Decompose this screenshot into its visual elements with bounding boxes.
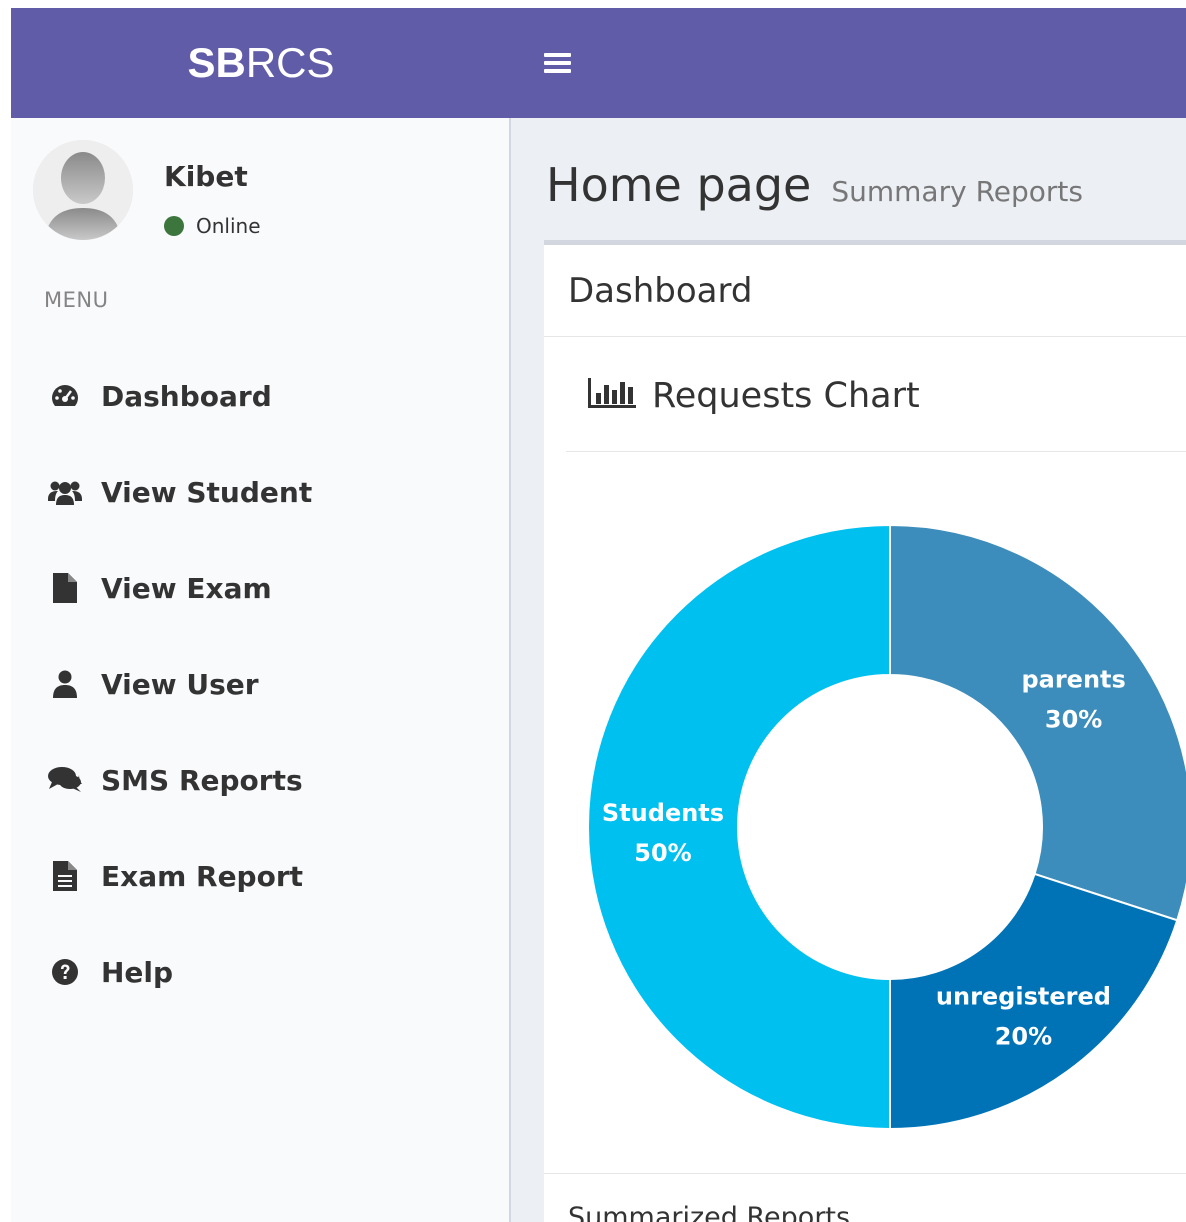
donut-label-students: Students: [602, 799, 724, 827]
chart-title: Requests Chart: [652, 375, 920, 416]
sidebar-item-label: View Student: [101, 475, 313, 509]
donut-label-unregistered: unregistered: [936, 983, 1111, 1011]
dashboard-box-header: Dashboard: [544, 245, 1186, 337]
dashboard-box: Dashboard Requests Chart parents 30% unr…: [544, 240, 1186, 1222]
sidebar: Kibet Online MENU Dashboard View Student…: [11, 118, 511, 1222]
user-status-label: Online: [196, 214, 261, 238]
donut-label-parents: parents: [1021, 666, 1125, 694]
brand-logo-bold: SB: [187, 39, 246, 86]
donut-value-students: 50%: [634, 839, 691, 867]
donut-value-parents: 30%: [1045, 706, 1102, 734]
dashboard-icon: [47, 381, 83, 411]
question-circle-icon: [47, 957, 83, 987]
page-subtitle: Summary Reports: [831, 175, 1083, 208]
sidebar-item-label: Help: [101, 955, 174, 989]
requests-chart: parents 30% unregistered 20% Students 50%: [544, 455, 1186, 1155]
menu-header: MENU: [44, 288, 109, 312]
donut-chart: parents 30% unregistered 20% Students 50%: [587, 523, 1186, 1131]
file-text-icon: [47, 861, 83, 891]
bar-chart-icon: [588, 376, 636, 415]
sidebar-toggle-icon[interactable]: [544, 53, 571, 75]
user-icon: [47, 669, 83, 699]
avatar: [33, 140, 133, 240]
sidebar-item-view-exam[interactable]: View Exam: [11, 540, 509, 636]
brand-logo-light: RCS: [245, 39, 335, 86]
user-name: Kibet: [164, 160, 248, 193]
donut-value-unregistered: 20%: [995, 1023, 1052, 1051]
file-icon: [47, 573, 83, 603]
sidebar-item-exam-report[interactable]: Exam Report: [11, 828, 509, 924]
brand-logo[interactable]: SB RCS: [11, 8, 511, 118]
sidebar-item-label: Dashboard: [101, 379, 272, 413]
user-panel: Kibet Online: [33, 140, 493, 250]
donut-slice-parents[interactable]: [889, 523, 1186, 922]
sidebar-item-dashboard[interactable]: Dashboard: [11, 348, 509, 444]
summarized-reports-header: Summarized Reports: [544, 1173, 1186, 1222]
sidebar-item-view-student[interactable]: View Student: [11, 444, 509, 540]
comments-icon: [47, 765, 83, 795]
sidebar-item-label: Exam Report: [101, 859, 304, 893]
online-status-icon: [164, 216, 184, 236]
main-content: Home page Summary Reports Dashboard Requ…: [511, 118, 1186, 1222]
users-icon: [47, 477, 83, 507]
page-title: Home page: [546, 158, 812, 212]
sidebar-item-view-user[interactable]: View User: [11, 636, 509, 732]
sidebar-item-help[interactable]: Help: [11, 924, 509, 1020]
sidebar-item-label: View Exam: [101, 571, 272, 605]
user-status: Online: [164, 214, 261, 238]
dashboard-box-title: Dashboard: [568, 270, 753, 311]
donut-slice-students[interactable]: [587, 523, 891, 1131]
summarized-reports-title: Summarized Reports: [568, 1202, 851, 1222]
sidebar-item-label: SMS Reports: [101, 763, 303, 797]
page-header: Home page Summary Reports: [546, 158, 1083, 212]
sidebar-item-sms-reports[interactable]: SMS Reports: [11, 732, 509, 828]
chart-header: Requests Chart: [566, 340, 1186, 452]
top-navbar: SB RCS: [11, 8, 1186, 118]
sidebar-menu: Dashboard View Student View Exam View Us…: [11, 348, 509, 1020]
sidebar-item-label: View User: [101, 667, 259, 701]
app-frame: SB RCS Kibet Online MENU Dashboard View …: [11, 8, 1186, 1222]
